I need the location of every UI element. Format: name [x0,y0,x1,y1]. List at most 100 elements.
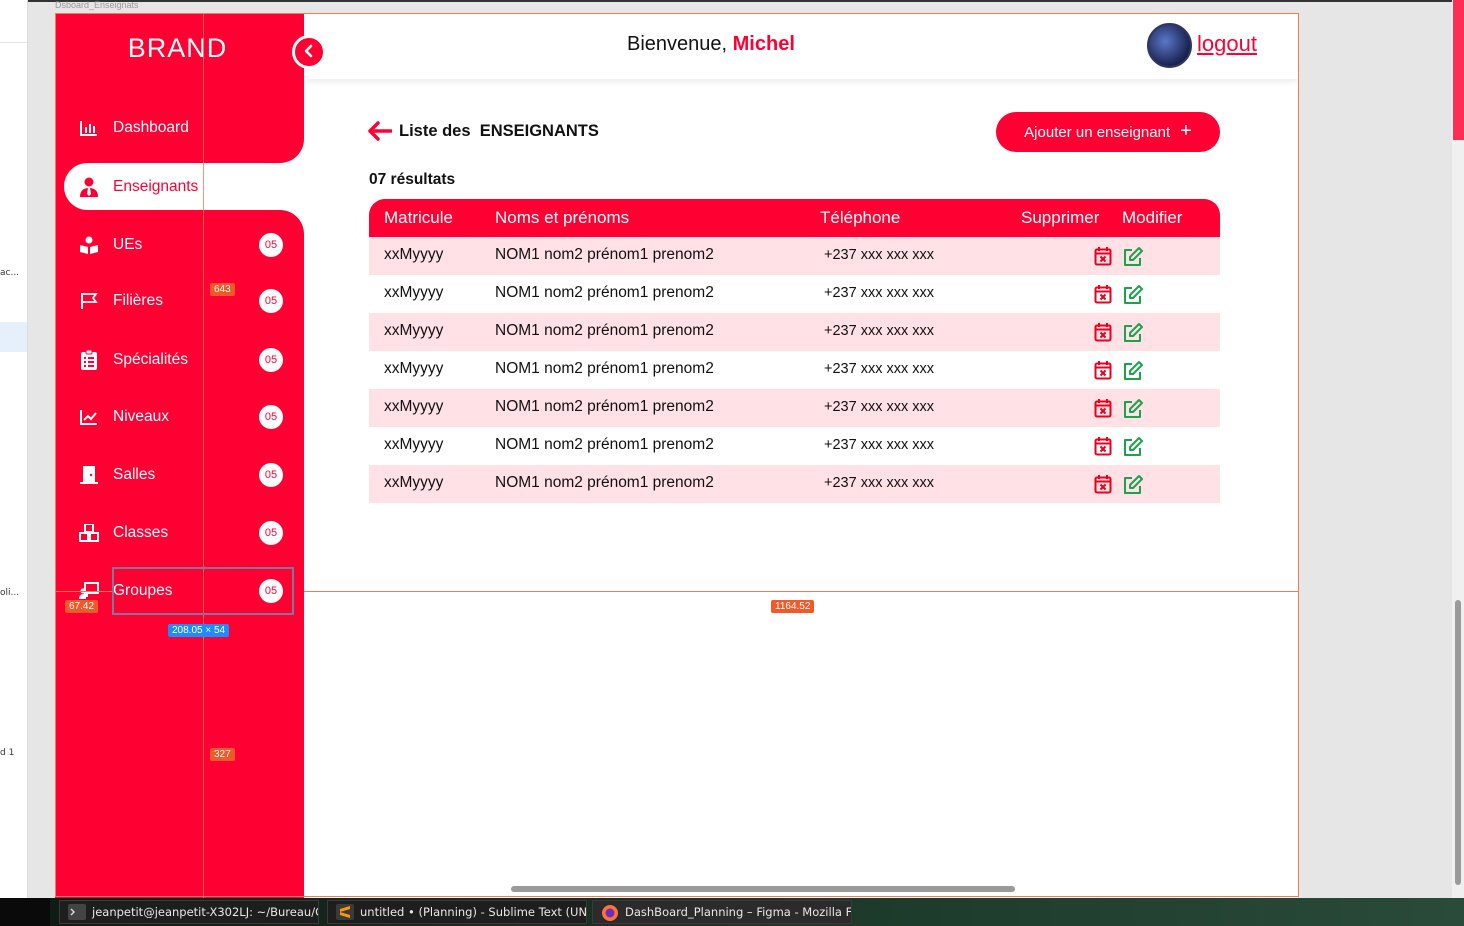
layer-label[interactable]: d 1 [0,748,14,758]
chart-line-icon [79,407,99,427]
brand-logo: BRAND [127,33,228,63]
sidebar-item-ues[interactable]: UEs 05 [63,218,299,272]
delete-calendar-icon[interactable] [1094,398,1114,418]
edit-icon[interactable] [1122,398,1144,420]
add-teacher-button[interactable]: Ajouter un enseignant + [996,112,1220,152]
edit-icon[interactable] [1122,360,1144,382]
cell-phone: +237 xxx xxx xxx [824,285,934,301]
count-badge: 05 [259,521,283,545]
cell-matricule: xxMyyyy [384,436,444,453]
taskbar-item-firefox[interactable]: DashBoard_Planning – Figma - Mozilla Fir… [592,900,852,924]
taskbar-item-label: untitled • (Planning) - Sublime Text (UN… [360,905,587,919]
title-prefix: Liste des [399,122,471,140]
arrow-left-icon[interactable] [368,121,393,145]
table-row: xxMyyyy NOM1 nom2 prénom1 prenom2 +237 xxx… [369,351,1220,389]
sidebar-item-classes[interactable]: Classes 05 [63,506,299,560]
sublime-icon [336,904,354,920]
book-reader-icon [79,235,99,255]
measure-label: 327 [210,748,235,761]
sidebar-collapse-button[interactable] [292,35,326,69]
sidebar-item-specialites[interactable]: Spécialités 05 [63,333,299,387]
os-taskbar: jeanpetit@jeanpetit-X302LJ: ~/Bureau/Git… [0,898,1464,926]
layer-label[interactable]: ac... [0,268,19,278]
count-badge: 05 [259,289,283,313]
column-header-edit: Modifier [1122,208,1183,227]
delete-calendar-icon[interactable] [1094,360,1114,380]
column-header-phone[interactable]: Téléphone [820,208,900,228]
measure-label: 1164.52 [771,600,815,613]
horizontal-scrollbar[interactable] [511,886,1015,892]
cell-name: NOM1 nom2 prénom1 prenom2 [495,436,714,453]
cell-phone: +237 xxx xxx xxx [824,437,934,453]
add-button-label: Ajouter un enseignant [1024,123,1171,141]
cell-matricule: xxMyyyy [384,360,444,377]
cell-name: NOM1 nom2 prénom1 prenom2 [495,284,714,301]
plus-icon: + [1180,120,1192,142]
taskbar-start[interactable] [0,898,50,926]
delete-calendar-icon[interactable] [1094,474,1114,494]
layer-selected-row[interactable] [0,322,27,352]
table-row: xxMyyyy NOM1 nom2 prénom1 prenom2 +237 xxx… [369,275,1220,313]
cell-matricule: xxMyyyy [384,474,444,491]
column-header-delete: Supprimer [1021,208,1100,227]
taskbar-item-terminal[interactable]: jeanpetit@jeanpetit-X302LJ: ~/Bureau/Git… [59,900,319,924]
delete-calendar-icon[interactable] [1094,246,1114,266]
cell-matricule: xxMyyyy [384,398,444,415]
welcome-text: Bienvenue, [627,33,728,55]
user-tie-icon [79,177,99,197]
sidebar-item-filieres[interactable]: Filières 05 [63,274,299,328]
column-header-names[interactable]: Noms et prénoms [495,208,629,228]
sidebar-item-label: Classes [113,524,169,541]
sidebar-item-enseignants[interactable]: Enseignants [64,163,304,210]
page-title: Liste des ENSEIGNANTS [399,122,599,141]
chart-bar-icon [79,118,99,138]
table-row: xxMyyyy NOM1 nom2 prénom1 prenom2 +237 xxx… [369,389,1220,427]
avatar[interactable] [1147,23,1192,68]
measure-label: 67.42 [65,600,99,613]
firefox-icon [601,904,619,921]
teachers-table: Matricule Noms et prénoms Téléphone Supp… [369,199,1220,503]
selection-box[interactable] [112,567,294,615]
delete-calendar-icon[interactable] [1094,322,1114,342]
cell-matricule: xxMyyyy [384,246,444,263]
vertical-scrollbar[interactable] [1452,0,1464,898]
sidebar-item-label: Spécialités [113,351,188,368]
top-header: Bienvenue, Michel logout [304,13,1298,79]
taskbar-item-label: jeanpetit@jeanpetit-X302LJ: ~/Bureau/Git… [92,905,319,919]
edit-icon[interactable] [1122,246,1144,268]
edit-icon[interactable] [1122,322,1144,344]
sidebar-item-niveaux[interactable]: Niveaux 05 [63,390,299,444]
table-row: xxMyyyy NOM1 nom2 prénom1 prenom2 +237 xxx… [369,427,1220,465]
sidebar-item-label: Niveaux [113,408,169,425]
edit-icon[interactable] [1122,436,1144,458]
terminal-icon [68,904,86,920]
frame-name-label[interactable]: Dsboard_Enseignats [55,0,139,10]
figma-layers-panel: ac... oli... d 1 [0,0,28,898]
sidebar-item-label: Salles [113,466,156,483]
logout-link[interactable]: logout [1197,31,1257,57]
delete-calendar-icon[interactable] [1094,436,1114,456]
cell-phone: +237 xxx xxx xxx [824,475,934,491]
edit-icon[interactable] [1122,284,1144,306]
taskbar-item-label: DashBoard_Planning – Figma - Mozilla Fir… [625,905,852,919]
panel-divider [0,42,27,43]
results-count: 07 résultats [369,171,456,188]
cell-matricule: xxMyyyy [384,322,444,339]
edit-icon[interactable] [1122,474,1144,496]
table-header: Matricule Noms et prénoms Téléphone Supp… [369,199,1220,237]
sidebar-item-label: UEs [113,236,143,253]
sidebar-item-salles[interactable]: Salles 05 [63,448,299,502]
taskbar-item-sublime[interactable]: untitled • (Planning) - Sublime Text (UN… [327,900,587,924]
measure-guide-horizontal [304,591,1299,592]
cell-name: NOM1 nom2 prénom1 prenom2 [495,398,714,415]
count-badge: 05 [259,233,283,257]
scrollbar-thumb[interactable] [1455,600,1461,885]
sidebar-item-label: Filières [113,292,163,309]
measure-label: 643 [210,283,235,296]
delete-calendar-icon[interactable] [1094,284,1114,304]
sidebar-item-dashboard[interactable]: Dashboard [63,101,299,155]
layer-label[interactable]: oli... [0,588,19,598]
column-header-matricule[interactable]: Matricule [384,208,453,228]
chevron-left-icon [302,43,316,62]
cell-name: NOM1 nom2 prénom1 prenom2 [495,360,714,377]
